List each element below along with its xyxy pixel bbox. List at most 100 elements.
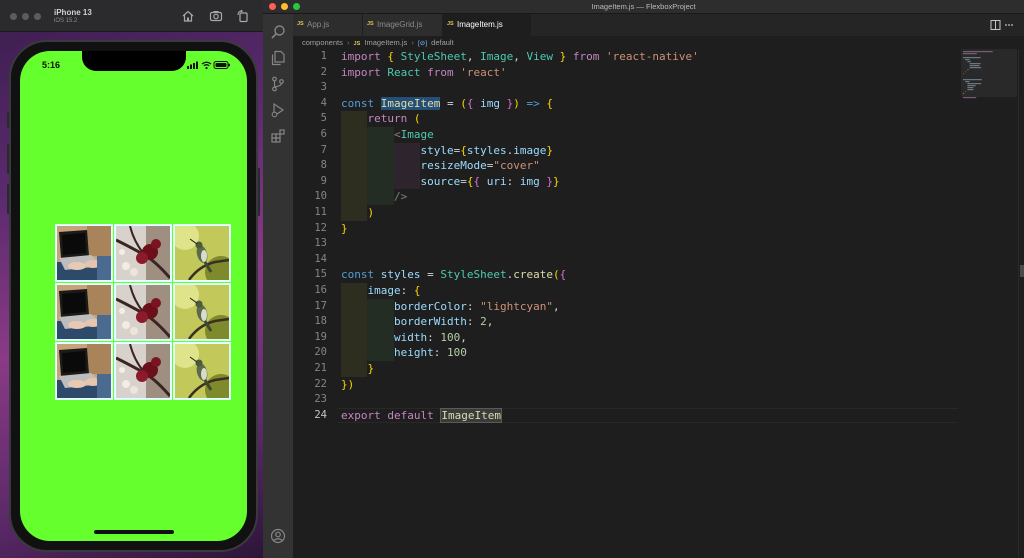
cherry-blossom-photo (116, 226, 170, 280)
status-icons (187, 61, 230, 70)
minimap-line (967, 89, 974, 91)
simulator-toolbar: iPhone 13 iOS 15.2 (0, 0, 263, 32)
minimap-line (969, 63, 981, 65)
split-editor-icon[interactable] (990, 20, 1001, 30)
code-line[interactable]: 7 style={styles.image} (293, 142, 961, 159)
tab-imagegrid-js[interactable]: JS ImageGrid.js (363, 14, 443, 36)
line-number: 3 (320, 81, 327, 94)
screenshot-icon[interactable] (209, 9, 223, 23)
minimap-line (963, 73, 964, 75)
code-line[interactable]: 11 ) (293, 205, 961, 221)
code-line[interactable]: 18 borderWidth: 2, (293, 314, 961, 330)
code-line[interactable]: 24 export default ImageItem (293, 407, 961, 424)
minimap-line (963, 97, 977, 99)
code-line[interactable]: 20 height: 100 (293, 345, 961, 361)
code-text: <Image (393, 128, 434, 141)
code-line[interactable]: 23 (293, 392, 961, 408)
tab-imageitem-js[interactable]: JS ImageItem.js (443, 14, 531, 36)
minimize-window-button[interactable] (22, 13, 29, 20)
line-number: 8 (320, 159, 327, 172)
cherry-blossom-photo (116, 344, 170, 398)
code-line[interactable]: 15 const styles = StyleSheet.create({ (293, 267, 961, 283)
close-window-button[interactable] (10, 13, 17, 20)
line-number: 10 (314, 190, 327, 203)
code-line[interactable]: 2 import React from 'react' (293, 65, 961, 81)
signal-icon (187, 61, 198, 69)
code-line[interactable]: 1 import { StyleSheet, Image, View } from… (293, 49, 961, 65)
scrollbar-thumb[interactable] (1020, 265, 1024, 277)
extensions-icon[interactable] (270, 128, 286, 144)
breadcrumb-folder[interactable]: components (302, 38, 343, 47)
code-line[interactable]: 22}) (293, 377, 961, 393)
code-line[interactable]: 16 image: { (293, 283, 961, 299)
grid-image (55, 224, 113, 282)
code-line[interactable]: 21 } (293, 361, 961, 377)
wifi-icon (201, 61, 212, 70)
laptop-typing-photo (57, 285, 111, 339)
code-text: source={{ uri: img }} (420, 174, 560, 188)
code-line[interactable]: 3 (293, 80, 961, 96)
code-line[interactable]: 9 source={{ uri: img }} (293, 173, 961, 190)
grid-image (173, 224, 231, 282)
iphone-frame: 5:16 (9, 40, 258, 552)
status-time: 5:16 (42, 60, 61, 70)
window-title: ImageItem.js — FlexboxProject (591, 2, 696, 11)
code-line[interactable]: 14 (293, 252, 961, 268)
minimap-line (963, 51, 993, 53)
search-icon[interactable] (270, 24, 286, 40)
simulator-window: iPhone 13 iOS 15.2 5:16 (0, 0, 263, 558)
code-text: return ( (367, 112, 421, 126)
code-line[interactable]: 12} (293, 221, 961, 237)
code-text: width: 100, (393, 330, 467, 344)
minimap-line (965, 91, 966, 93)
code-text: export default ImageItem (341, 407, 502, 423)
minimap[interactable] (961, 49, 1017, 558)
code-line[interactable]: 10 /> (293, 189, 961, 205)
chevron-right-icon: › (346, 38, 350, 47)
home-icon[interactable] (181, 9, 195, 23)
run-debug-icon[interactable] (270, 102, 286, 118)
code-text: }) (341, 377, 355, 391)
line-number: 22 (314, 377, 327, 390)
line-number: 14 (314, 252, 327, 265)
battery-icon (213, 61, 230, 69)
code-text: import React from 'react' (341, 65, 507, 79)
code-editor[interactable]: 1 import { StyleSheet, Image, View } from… (293, 49, 961, 558)
notch (81, 51, 186, 71)
minimap-line (965, 71, 966, 73)
vscode-window: ImageItem.js — FlexboxProject JS App.js … (263, 0, 1024, 558)
code-line[interactable]: 8 resizeMode="cover" (293, 158, 961, 174)
app-screen[interactable]: 5:16 (20, 51, 247, 541)
home-indicator[interactable] (93, 530, 174, 534)
code-line[interactable]: 19 width: 100, (293, 329, 961, 346)
code-line[interactable]: 17 borderColor: "lightcyan", (293, 298, 961, 315)
zoom-window-button[interactable] (34, 13, 41, 20)
account-icon[interactable] (270, 528, 286, 544)
grid-image (173, 342, 231, 400)
line-number: 15 (314, 268, 327, 281)
hummingbird-photo (175, 344, 229, 398)
code-line[interactable]: 5 return ( (293, 111, 961, 127)
image-grid (55, 224, 231, 400)
code-line[interactable]: 4 const ImageItem = ({ img }) => { (293, 96, 961, 112)
code-text: style={styles.image} (420, 143, 553, 157)
laptop-typing-photo (57, 344, 111, 398)
line-number: 9 (320, 174, 327, 187)
breadcrumb-symbol[interactable]: default (431, 38, 454, 47)
minimap-line (967, 69, 969, 71)
more-actions-icon[interactable] (1005, 24, 1013, 26)
code-line[interactable]: 13 (293, 236, 961, 252)
line-number: 5 (320, 112, 327, 125)
rotate-icon[interactable] (236, 9, 250, 23)
minimap-line (963, 53, 977, 55)
symbol-icon: [⊘] (418, 40, 428, 47)
grid-image (114, 224, 172, 282)
breadcrumb: components › JS ImageItem.js › [⊘] defau… (293, 36, 1024, 50)
explorer-icon[interactable] (270, 50, 286, 66)
breadcrumb-file[interactable]: ImageItem.js (364, 38, 407, 47)
tab-app-js[interactable]: JS App.js (293, 14, 363, 36)
vertical-scrollbar[interactable] (1018, 49, 1024, 558)
code-line[interactable]: 6 <Image (293, 127, 961, 143)
grid-image (55, 283, 113, 341)
source-control-icon[interactable] (270, 76, 286, 92)
